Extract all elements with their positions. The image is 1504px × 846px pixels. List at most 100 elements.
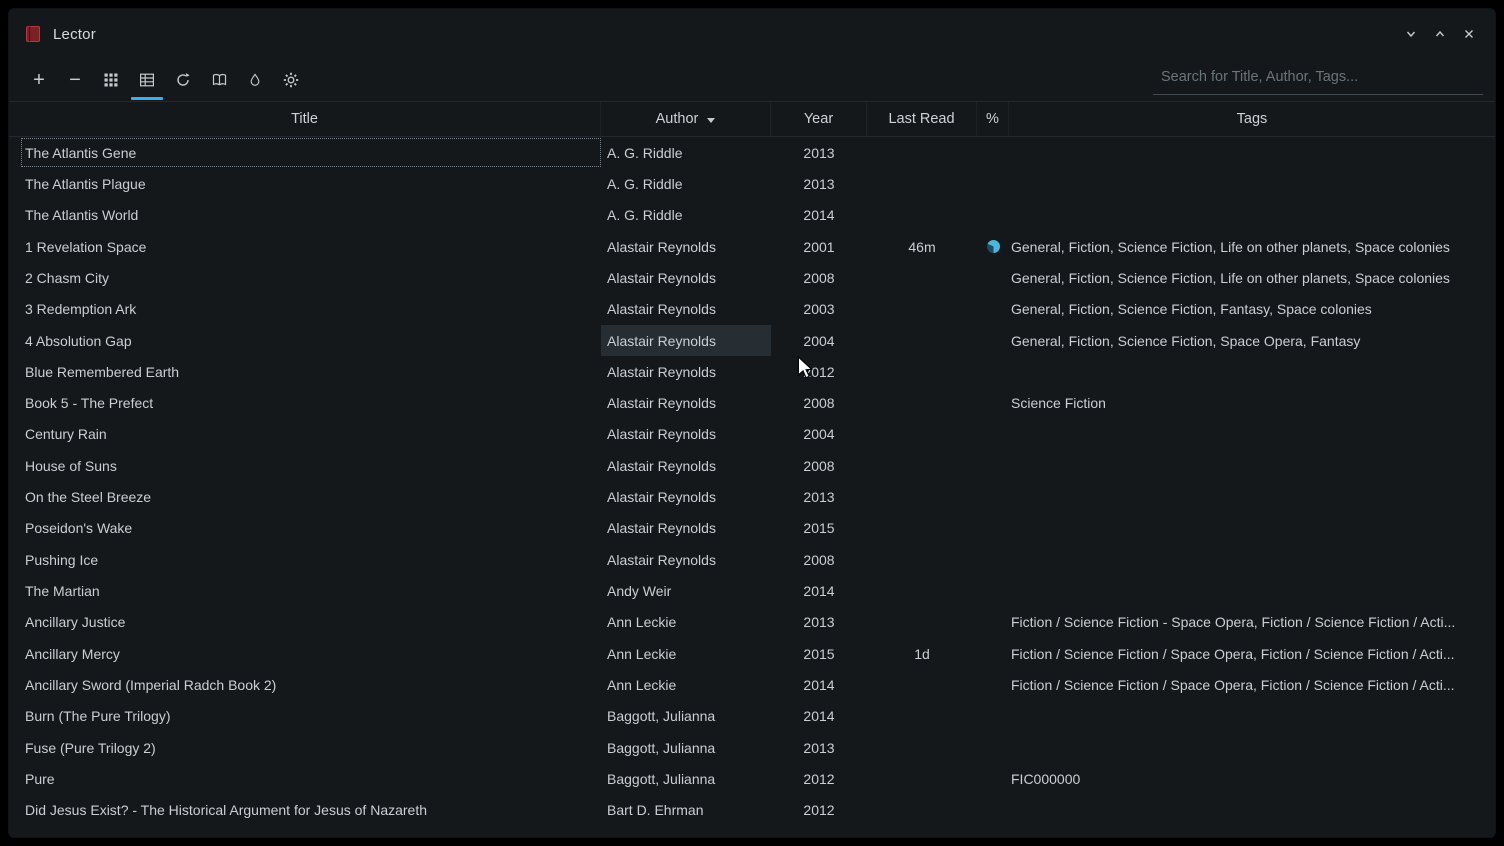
column-header-year[interactable]: Year <box>771 102 867 136</box>
cell-year[interactable]: 2001 <box>771 231 867 262</box>
table-row[interactable]: The MartianAndy Weir2014 <box>9 575 1495 606</box>
cell-percent[interactable] <box>977 481 1009 512</box>
search-input[interactable] <box>1153 65 1483 95</box>
cell-title[interactable]: Century Rain <box>9 419 601 450</box>
cell-last-read[interactable] <box>867 450 977 481</box>
cell-percent[interactable] <box>977 450 1009 481</box>
cell-title[interactable]: On the Steel Breeze <box>9 481 601 512</box>
cell-last-read[interactable] <box>867 575 977 606</box>
cell-year[interactable]: 2003 <box>771 294 867 325</box>
cell-last-read[interactable] <box>867 701 977 732</box>
cell-title[interactable]: Poseidon's Wake <box>9 513 601 544</box>
cell-last-read[interactable]: 1d <box>867 638 977 669</box>
cell-author[interactable]: Baggott, Julianna <box>601 701 771 732</box>
cell-year[interactable]: 2008 <box>771 450 867 481</box>
cell-year[interactable]: 2015 <box>771 513 867 544</box>
cell-percent[interactable] <box>977 763 1009 794</box>
cell-tags[interactable]: General, Fiction, Science Fiction, Life … <box>1009 262 1495 293</box>
table-row[interactable]: Pushing IceAlastair Reynolds2008 <box>9 544 1495 575</box>
cell-last-read[interactable] <box>867 262 977 293</box>
window-shade-button[interactable] <box>1401 24 1421 44</box>
cell-last-read[interactable] <box>867 795 977 826</box>
cell-title[interactable]: Pushing Ice <box>9 544 601 575</box>
cell-author[interactable]: Alastair Reynolds <box>601 513 771 544</box>
cell-title[interactable]: Did Jesus Exist? - The Historical Argume… <box>9 795 601 826</box>
cell-tags[interactable] <box>1009 701 1495 732</box>
cell-last-read[interactable] <box>867 294 977 325</box>
window-close-button[interactable] <box>1459 24 1479 44</box>
cell-year[interactable]: 2014 <box>771 575 867 606</box>
cell-title[interactable]: The Martian <box>9 575 601 606</box>
cell-title[interactable]: Ancillary Justice <box>9 607 601 638</box>
table-row[interactable]: On the Steel BreezeAlastair Reynolds2013 <box>9 481 1495 512</box>
table-row[interactable]: House of SunsAlastair Reynolds2008 <box>9 450 1495 481</box>
cell-author[interactable]: Alastair Reynolds <box>601 388 771 419</box>
window-maximize-button[interactable] <box>1430 24 1450 44</box>
column-header-author[interactable]: Author <box>601 102 771 136</box>
cell-last-read[interactable] <box>867 325 977 356</box>
cell-tags[interactable]: General, Fiction, Science Fiction, Space… <box>1009 325 1495 356</box>
cell-tags[interactable] <box>1009 481 1495 512</box>
cell-year[interactable]: 2008 <box>771 544 867 575</box>
cell-year[interactable]: 2014 <box>771 200 867 231</box>
cell-tags[interactable]: General, Fiction, Science Fiction, Fanta… <box>1009 294 1495 325</box>
cell-percent[interactable] <box>977 137 1009 168</box>
cell-author[interactable]: Ann Leckie <box>601 607 771 638</box>
cell-year[interactable]: 2013 <box>771 168 867 199</box>
cell-author[interactable]: Alastair Reynolds <box>601 231 771 262</box>
add-book-button[interactable]: + <box>21 64 57 96</box>
cell-author[interactable]: A. G. Riddle <box>601 200 771 231</box>
cell-author[interactable]: A. G. Riddle <box>601 168 771 199</box>
cell-last-read[interactable] <box>867 763 977 794</box>
cell-title[interactable]: The Atlantis Plague <box>9 168 601 199</box>
table-row[interactable]: Ancillary JusticeAnn Leckie2013Fiction /… <box>9 607 1495 638</box>
cell-percent[interactable] <box>977 575 1009 606</box>
cell-year[interactable]: 2013 <box>771 607 867 638</box>
cell-author[interactable]: Alastair Reynolds <box>601 262 771 293</box>
table-row[interactable]: Poseidon's WakeAlastair Reynolds2015 <box>9 513 1495 544</box>
cell-year[interactable]: 2008 <box>771 262 867 293</box>
table-row[interactable]: The Atlantis PlagueA. G. Riddle2013 <box>9 168 1495 199</box>
cell-year[interactable]: 2015 <box>771 638 867 669</box>
cell-percent[interactable] <box>977 701 1009 732</box>
cell-author[interactable]: Baggott, Julianna <box>601 763 771 794</box>
table-row[interactable]: Ancillary MercyAnn Leckie20151dFiction /… <box>9 638 1495 669</box>
cell-author[interactable]: Ann Leckie <box>601 669 771 700</box>
cell-last-read[interactable] <box>867 419 977 450</box>
cell-tags[interactable] <box>1009 450 1495 481</box>
cell-title[interactable]: Ancillary Sword (Imperial Radch Book 2) <box>9 669 601 700</box>
cell-title[interactable]: 1 Revelation Space <box>9 231 601 262</box>
cell-tags[interactable]: Fiction / Science Fiction / Space Opera,… <box>1009 638 1495 669</box>
cell-last-read[interactable] <box>867 607 977 638</box>
cell-percent[interactable] <box>977 607 1009 638</box>
table-row[interactable]: Ancillary Sword (Imperial Radch Book 2)A… <box>9 669 1495 700</box>
cell-last-read[interactable] <box>867 544 977 575</box>
cell-author[interactable]: Alastair Reynolds <box>601 356 771 387</box>
table-row[interactable]: 3 Redemption ArkAlastair Reynolds2003Gen… <box>9 294 1495 325</box>
settings-button[interactable] <box>273 64 309 96</box>
cell-percent[interactable] <box>977 168 1009 199</box>
table-row[interactable]: Burn (The Pure Trilogy)Baggott, Julianna… <box>9 701 1495 732</box>
cell-last-read[interactable] <box>867 481 977 512</box>
cell-year[interactable]: 2014 <box>771 701 867 732</box>
cell-author[interactable]: Alastair Reynolds <box>601 419 771 450</box>
colors-button[interactable] <box>237 64 273 96</box>
cell-last-read[interactable] <box>867 168 977 199</box>
cell-tags[interactable] <box>1009 168 1495 199</box>
cell-author[interactable]: Alastair Reynolds <box>601 481 771 512</box>
cell-title[interactable]: Burn (The Pure Trilogy) <box>9 701 601 732</box>
cell-percent[interactable] <box>977 544 1009 575</box>
cell-title[interactable]: Fuse (Pure Trilogy 2) <box>9 732 601 763</box>
table-row[interactable]: 2 Chasm CityAlastair Reynolds2008General… <box>9 262 1495 293</box>
cell-author[interactable]: Ann Leckie <box>601 638 771 669</box>
cell-year[interactable]: 2012 <box>771 763 867 794</box>
open-library-button[interactable] <box>201 64 237 96</box>
cell-percent[interactable] <box>977 419 1009 450</box>
cell-percent[interactable] <box>977 231 1009 262</box>
cell-author[interactable]: Baggott, Julianna <box>601 732 771 763</box>
cell-tags[interactable]: Science Fiction <box>1009 388 1495 419</box>
cell-last-read[interactable] <box>867 356 977 387</box>
cell-title[interactable]: Blue Remembered Earth <box>9 356 601 387</box>
cell-tags[interactable] <box>1009 575 1495 606</box>
cell-title[interactable]: The Atlantis Gene <box>9 137 601 168</box>
